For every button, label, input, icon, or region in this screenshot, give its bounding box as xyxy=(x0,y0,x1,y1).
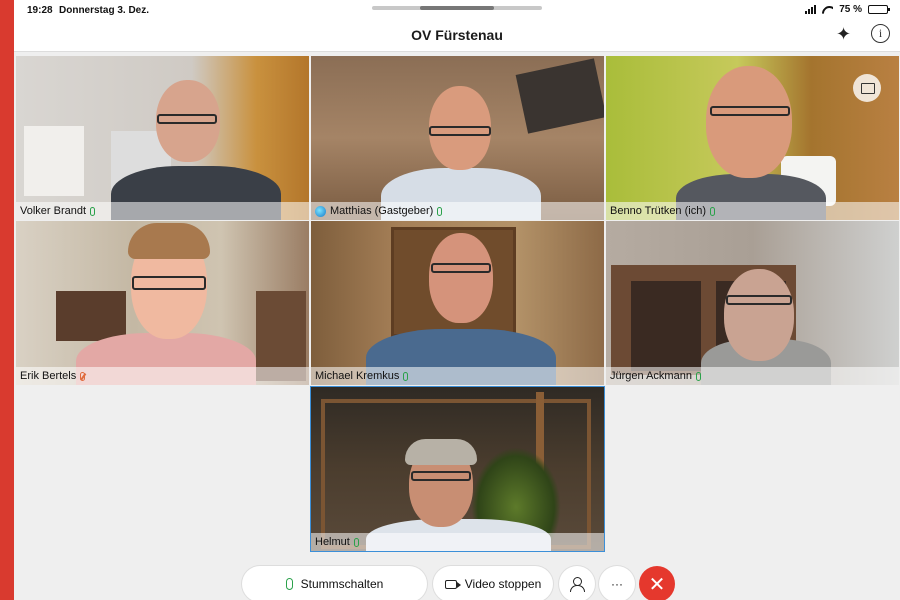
video-tile-erik[interactable]: Erik Bertels xyxy=(16,221,309,385)
stop-video-button[interactable]: Video stoppen xyxy=(433,566,553,600)
video-tile-volker[interactable]: Volker Brandt xyxy=(16,56,309,220)
participant-name: Volker Brandt xyxy=(20,205,87,217)
mute-button[interactable]: Stummschalten xyxy=(242,566,427,600)
person-icon xyxy=(570,577,585,592)
participant-namebar: Jürgen Ackmann xyxy=(606,367,899,385)
battery-percent: 75 % xyxy=(839,4,862,15)
participant-name: Michael Kremkus xyxy=(315,370,400,382)
hair xyxy=(128,223,210,259)
status-bar: 19:28 Donnerstag 3. Dez. 75 % xyxy=(14,0,900,22)
video-tile-juergen[interactable]: Jürgen Ackmann xyxy=(606,221,899,385)
more-options-button[interactable]: ··· xyxy=(599,566,635,600)
microphone-icon xyxy=(710,206,715,216)
participant-namebar: Matthias (Gastgeber) xyxy=(311,202,604,220)
video-tile-helmut[interactable]: Helmut xyxy=(310,386,605,552)
battery-icon xyxy=(868,5,890,14)
meeting-header: OV Fürstenau ✦ i xyxy=(14,22,900,52)
participant-namebar: Helmut xyxy=(311,533,604,551)
video-tile-benno[interactable]: Benno Trütken (ich) xyxy=(606,56,899,220)
status-right: 75 % xyxy=(805,4,890,15)
participant-namebar: Benno Trütken (ich) xyxy=(606,202,899,220)
more-icon: ··· xyxy=(611,577,623,591)
video-tile-michael[interactable]: Michael Kremkus xyxy=(311,221,604,385)
microphone-icon xyxy=(403,371,409,381)
microphone-icon xyxy=(353,537,359,547)
meeting-title: OV Fürstenau xyxy=(411,27,503,43)
participant-namebar: Michael Kremkus xyxy=(311,367,604,385)
camera-icon xyxy=(444,579,461,589)
participants-button[interactable] xyxy=(559,566,595,600)
bluetooth-icon[interactable]: ✦ xyxy=(836,24,851,45)
status-date: Donnerstag 3. Dez. xyxy=(59,5,150,16)
participant-namebar: Erik Bertels xyxy=(16,367,309,385)
wall-papers xyxy=(24,126,84,196)
wifi-icon xyxy=(822,5,833,14)
participant-name: Erik Bertels xyxy=(20,370,77,382)
layout-switch-icon[interactable] xyxy=(853,74,881,102)
leave-meeting-button[interactable]: ✕ xyxy=(639,566,675,600)
video-tile-matthias[interactable]: Matthias (Gastgeber) xyxy=(311,56,604,220)
microphone-icon xyxy=(285,578,293,590)
status-time: 19:28 xyxy=(27,5,53,16)
microphone-icon xyxy=(90,206,96,216)
participant-namebar: Volker Brandt xyxy=(16,202,309,220)
close-icon: ✕ xyxy=(648,573,666,596)
stop-video-label: Video stoppen xyxy=(464,577,542,591)
mute-label: Stummschalten xyxy=(300,577,384,591)
participant-name: Jürgen Ackmann xyxy=(610,370,692,382)
microphone-muted-icon xyxy=(80,371,86,381)
participant-name: Benno Trütken (ich) xyxy=(610,205,706,217)
cellular-signal-icon xyxy=(805,5,817,14)
info-icon[interactable]: i xyxy=(871,24,890,43)
microphone-icon xyxy=(695,371,701,381)
multitasking-handle[interactable] xyxy=(372,6,542,10)
ipad-screen: 19:28 Donnerstag 3. Dez. 75 % OV Fürsten… xyxy=(14,0,900,600)
hair xyxy=(405,439,477,465)
window-pane-left xyxy=(631,281,701,371)
participant-name: Helmut xyxy=(315,536,350,548)
call-controls: Stummschalten Video stoppen ··· ✕ xyxy=(14,566,900,600)
microphone-icon xyxy=(437,206,443,216)
shelf xyxy=(56,291,126,341)
participant-name: Matthias (Gastgeber) xyxy=(330,205,434,217)
host-icon xyxy=(315,205,326,217)
